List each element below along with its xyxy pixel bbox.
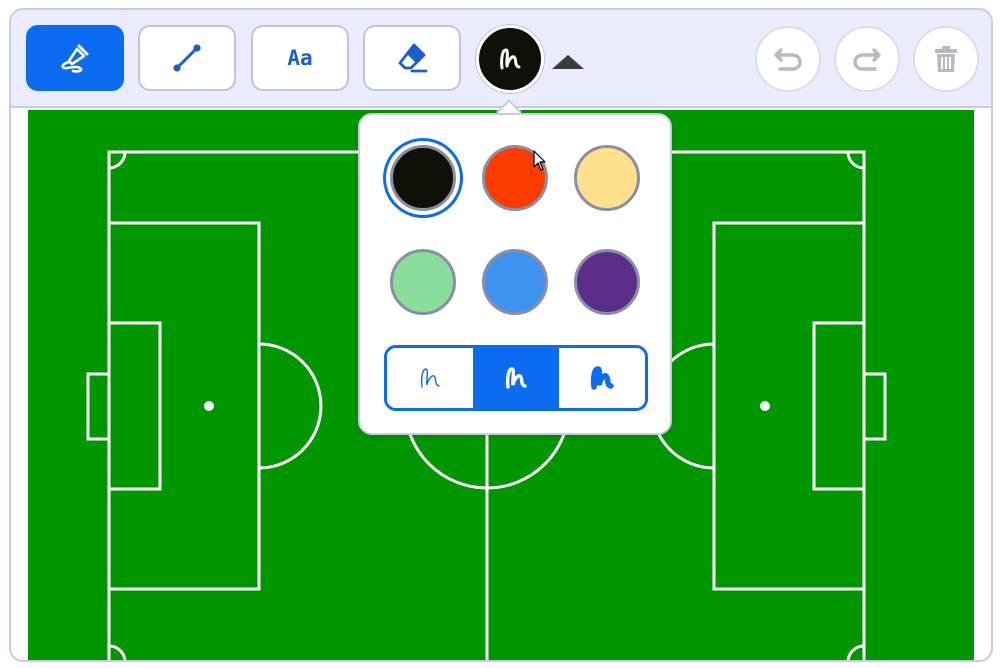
stroke-width-medium[interactable] bbox=[473, 348, 559, 408]
color-swatch-yellow[interactable] bbox=[574, 145, 640, 211]
stroke-width-thin[interactable] bbox=[387, 348, 473, 408]
color-swatch-green[interactable] bbox=[390, 249, 456, 315]
color-swatch-purple[interactable] bbox=[574, 249, 640, 315]
redo-button[interactable] bbox=[834, 26, 900, 92]
color-swatch-blue[interactable] bbox=[482, 249, 548, 315]
redo-icon bbox=[853, 48, 881, 71]
stroke-sample-icon bbox=[500, 48, 521, 70]
eraser-icon bbox=[398, 43, 428, 73]
eraser-tool-button[interactable] bbox=[363, 25, 461, 91]
thin-stroke-icon bbox=[420, 368, 440, 388]
freehand-pen-icon bbox=[61, 44, 89, 73]
toolbar: Aa bbox=[11, 10, 991, 108]
text-tool-button[interactable]: Aa bbox=[251, 25, 349, 91]
stroke-width-selector bbox=[384, 345, 648, 411]
line-tool-icon bbox=[173, 44, 201, 72]
text-tool-icon: Aa bbox=[287, 46, 313, 70]
trash-icon bbox=[935, 46, 957, 72]
mouse-pointer-icon bbox=[533, 150, 546, 171]
stroke-color-button[interactable] bbox=[476, 25, 544, 93]
clear-canvas-button[interactable] bbox=[913, 26, 979, 92]
undo-icon bbox=[774, 48, 802, 71]
stroke-width-thick[interactable] bbox=[559, 348, 645, 408]
line-tool-button[interactable] bbox=[138, 25, 236, 91]
color-menu-caret-icon[interactable] bbox=[552, 55, 584, 69]
color-picker-popup bbox=[358, 113, 672, 435]
undo-button[interactable] bbox=[755, 26, 821, 92]
color-swatch-black[interactable] bbox=[390, 145, 456, 211]
medium-stroke-icon bbox=[505, 367, 527, 389]
drawing-app: Aa bbox=[9, 8, 993, 662]
thick-stroke-icon bbox=[590, 366, 614, 390]
draw-tool-button[interactable] bbox=[26, 25, 124, 91]
